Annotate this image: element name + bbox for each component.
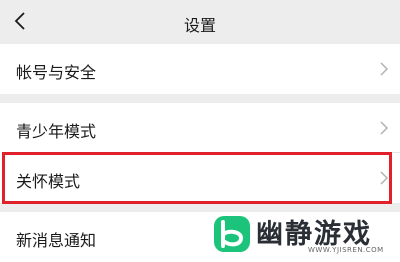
settings-item-label: 新消息通知 xyxy=(16,231,97,250)
watermark: 幽静游戏 WWW.YJISREN.COM xyxy=(212,210,398,259)
settings-item-label: 青少年模式 xyxy=(16,122,97,141)
chevron-right-icon xyxy=(380,171,389,185)
watermark-url: WWW.YJISREN.COM xyxy=(308,246,384,254)
settings-item-label: 关怀模式 xyxy=(16,172,81,191)
navigation-bar: 设置 xyxy=(0,0,400,44)
settings-item-label: 帐号与安全 xyxy=(16,63,97,82)
chevron-right-icon xyxy=(380,62,389,76)
settings-item-youth-mode[interactable]: 青少年模式 xyxy=(0,103,400,153)
settings-item-account-security[interactable]: 帐号与安全 xyxy=(0,44,400,94)
page-title: 设置 xyxy=(183,16,216,35)
settings-item-care-mode[interactable]: 关怀模式 xyxy=(0,153,400,203)
chevron-right-icon xyxy=(380,121,389,135)
brand-logo-icon xyxy=(214,216,250,252)
